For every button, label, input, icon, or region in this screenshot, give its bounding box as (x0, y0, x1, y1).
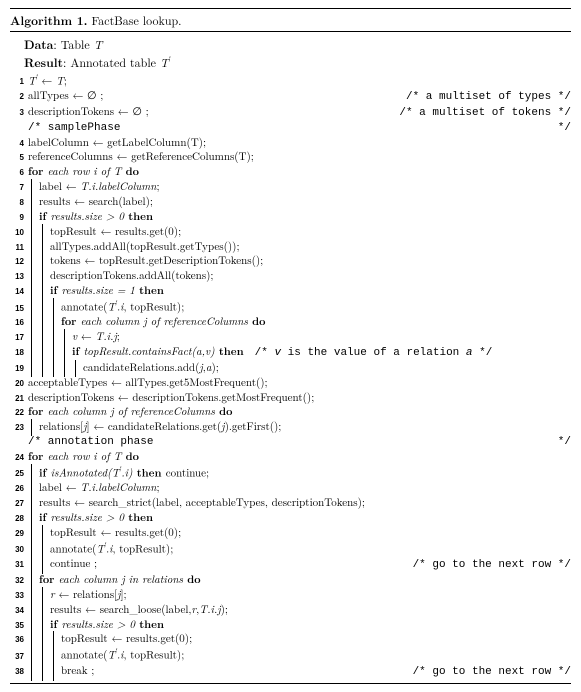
code-line: 11allTypes.addAll(topResult.getTypes()); (10, 240, 571, 255)
code-line: 13descriptionTokens.addAll(tokens); (10, 269, 571, 284)
code-line: 1T′ ← T; (10, 73, 571, 90)
code-line: 30annotate(T′.i, topResult); (10, 541, 571, 558)
code-line: 37annotate(T′.i, topResult); (10, 647, 571, 664)
code-line: 6for each row i of T do (10, 165, 571, 180)
code-line: 9if results.size > 0 then (10, 210, 571, 225)
code-line: 26label ← T.i.labelColumn; (10, 481, 571, 496)
algorithm-body: 1T′ ← T; 2allTypes ← ∅ ;/* a multiset of… (10, 73, 571, 680)
code-line: 16for each column j of referenceColumns … (10, 315, 571, 330)
code-line: 18if topResult.containsFact(a,v) then /*… (10, 345, 571, 361)
code-line: 20acceptableTypes ← allTypes.get5MostFre… (10, 376, 571, 391)
code-line: 24for each row i of T do (10, 450, 571, 465)
bottom-rule (10, 683, 571, 684)
code-line: 5referenceColumns ← getReferenceColumns(… (10, 150, 571, 165)
code-line: 10topResult ← results.get(0); (10, 225, 571, 240)
code-line: 25if isAnnotated(T′.i) then continue; (10, 465, 571, 482)
comment-line: /* samplePhase*/ (10, 121, 571, 136)
code-line: 23relations[j] ← candidateRelations.get(… (10, 420, 571, 435)
code-line: 29topResult ← results.get(0); (10, 526, 571, 541)
code-line: 36topResult ← results.get(0); (10, 632, 571, 647)
result-header: Result: Annotated table T′ (24, 54, 571, 71)
code-line: 21descriptionTokens ← descriptionTokens.… (10, 391, 571, 406)
algorithm-caption: FactBase lookup. (91, 12, 181, 29)
code-line: 22for each column j of referenceColumns … (10, 405, 571, 420)
code-line: 34results ← search_loose(label,r,T.i.j); (10, 603, 571, 618)
code-line: 14if results.size = 1 then (10, 284, 571, 299)
code-line: 12tokens ← topResult.getDescriptionToken… (10, 254, 571, 269)
code-line: 17v ← T.i.j; (10, 330, 571, 345)
code-line: 19candidateRelations.add(j,a); (10, 361, 571, 376)
code-line: 32for each column j in relations do (10, 573, 571, 588)
code-line: 27results ← search_strict(label, accepta… (10, 496, 571, 511)
code-line: 3descriptionTokens ← ∅ ;/* a multiset of… (10, 105, 571, 121)
data-header: Data: Table T (24, 36, 571, 53)
code-line: 28if results.size > 0 then (10, 511, 571, 526)
code-line: 15annotate(T′.i, topResult); (10, 299, 571, 316)
comment-line: /* annotation phase*/ (10, 435, 571, 450)
code-line: 8results ← search(label); (10, 195, 571, 210)
code-line: 7label ← T.i.labelColumn; (10, 180, 571, 195)
code-line: 2allTypes ← ∅ ;/* a multiset of types */ (10, 89, 571, 105)
algorithm-number: Algorithm 1. (10, 11, 87, 29)
code-line: 31continue ;/* go to the next row */ (10, 557, 571, 573)
code-line: 35if results.size > 0 then (10, 618, 571, 633)
code-line: 38break ;/* go to the next row */ (10, 664, 571, 680)
algorithm-title-bar: Algorithm 1. FactBase lookup. (10, 8, 571, 32)
code-line: 33r ← relations[j]; (10, 588, 571, 603)
code-line: 4labelColumn ← getLabelColumn(T); (10, 136, 571, 151)
